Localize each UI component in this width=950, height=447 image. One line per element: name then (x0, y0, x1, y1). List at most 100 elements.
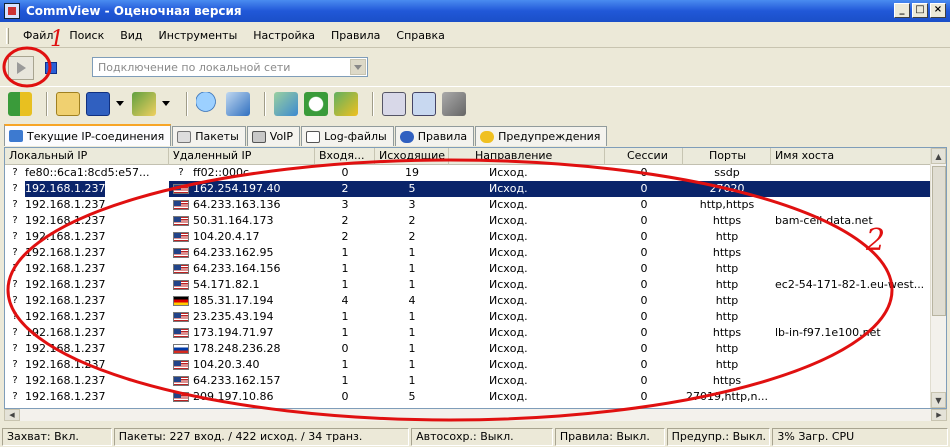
table-row[interactable]: ? 192.168.1.237 173.194.71.97 1 1 Исход. 0 http… (5, 325, 946, 341)
cell-sessions: 0 (640, 294, 648, 307)
scroll-right-icon[interactable]: ▶ (931, 409, 947, 421)
book-icon[interactable] (8, 91, 32, 116)
tab-rules[interactable]: Правила (394, 126, 475, 146)
alerts-icon (480, 130, 495, 143)
close-button[interactable]: × (930, 3, 946, 18)
cell-incoming: 1 (341, 374, 349, 387)
table-row[interactable]: ? 192.168.1.237 178.248.236.28 0 1 Исход. 0 htt… (5, 341, 946, 357)
cell-incoming: 3 (341, 198, 349, 211)
col-hostname[interactable]: Имя хоста (771, 148, 931, 165)
scroll-thumb[interactable] (932, 166, 946, 316)
col-incoming[interactable]: Входя... (315, 148, 375, 165)
unknown-flag-icon: ? (178, 167, 184, 178)
table-row[interactable]: ? 192.168.1.237 162.254.197.40 2 5 Исход. 0 270… (5, 181, 946, 197)
start-capture-button[interactable] (8, 56, 34, 80)
search-icon[interactable] (196, 91, 220, 116)
unknown-process-icon: ? (12, 183, 18, 194)
tab-voip[interactable]: VoIP (246, 126, 301, 146)
tab-logs[interactable]: Log-файлы (301, 126, 394, 146)
col-outgoing[interactable]: Исходящие (375, 148, 449, 165)
cell-ports: 27019,http,n... (685, 390, 769, 403)
edit-icon[interactable] (132, 91, 156, 116)
cell-local-ip: ? 192.168.1.237 (5, 325, 169, 341)
menu-view[interactable]: Вид (112, 26, 150, 46)
unknown-process-icon: ? (12, 215, 18, 226)
flag-us-icon (173, 376, 189, 386)
tab-label: VoIP (269, 130, 294, 143)
col-ports[interactable]: Порты (683, 148, 771, 165)
col-sessions[interactable]: Сессии (605, 148, 683, 165)
minimize-button[interactable]: _ (894, 3, 910, 18)
chevron-down-icon[interactable] (350, 59, 366, 75)
unknown-process-icon: ? (12, 263, 18, 274)
rules-icon (399, 130, 414, 143)
ip-icon[interactable] (412, 91, 436, 116)
cell-direction: Исход. (489, 342, 528, 355)
edit-dropdown-arrow-icon[interactable] (162, 101, 170, 106)
menu-file[interactable]: Файл (15, 26, 61, 46)
cell-ports: http (715, 230, 739, 243)
col-remote-ip[interactable]: Удаленный IP (169, 148, 315, 165)
table-row[interactable]: ? 192.168.1.237 209.197.10.86 0 5 Исход. 0 2701… (5, 389, 946, 405)
bookmark-icon[interactable] (226, 91, 250, 116)
network-map-icon[interactable] (274, 91, 298, 116)
scroll-down-icon[interactable]: ▼ (931, 392, 946, 408)
table-row[interactable]: ? 192.168.1.237 50.31.164.173 2 2 Исход. 0 http… (5, 213, 946, 229)
table-row[interactable]: ? 192.168.1.237 185.31.17.194 4 4 Исход. 0 http (5, 293, 946, 309)
cell-local-ip: ? 192.168.1.237 (5, 309, 169, 325)
menu-help[interactable]: Справка (388, 26, 452, 46)
vertical-scrollbar[interactable]: ▲ ▼ (930, 148, 946, 408)
table-row[interactable]: ? fe80::6ca1:8cd5:e57...? ff02::000c 0 19 Исх… (5, 165, 946, 181)
cell-hostname (771, 357, 931, 373)
cell-ports: http (715, 278, 739, 291)
table-row[interactable]: ? 192.168.1.237 64.233.162.157 1 1 Исход. 0 htt… (5, 373, 946, 389)
cell-ports: http (715, 342, 739, 355)
cell-hostname (771, 165, 931, 181)
menu-search[interactable]: Поиск (61, 26, 112, 46)
cell-remote-ip: 54.171.82.1 (169, 277, 315, 293)
cell-remote-ip: 104.20.3.40 (169, 357, 315, 373)
table-row[interactable]: ? 192.168.1.237 104.20.3.40 1 1 Исход. 0 http (5, 357, 946, 373)
help-icon[interactable] (334, 91, 358, 116)
unknown-process-icon: ? (12, 295, 18, 306)
table-row[interactable]: ? 192.168.1.237 104.20.4.17 2 2 Исход. 0 http (5, 229, 946, 245)
table-row[interactable]: ? 192.168.1.237 23.235.43.194 1 1 Исход. 0 http (5, 309, 946, 325)
stop-capture-button[interactable] (38, 56, 64, 80)
menu-settings[interactable]: Настройка (245, 26, 323, 46)
flag-us-icon (173, 360, 189, 370)
local-ip-text: 192.168.1.237 (25, 358, 106, 371)
scroll-left-icon[interactable]: ◀ (4, 409, 20, 421)
tab-ip-connections[interactable]: Текущие IP-соединения (4, 124, 172, 146)
open-folder-icon[interactable] (56, 91, 80, 116)
table-row[interactable]: ? 192.168.1.237 54.171.82.1 1 1 Исход. 0 http ec… (5, 277, 946, 293)
col-local-ip[interactable]: Локальный IP (5, 148, 169, 165)
cell-incoming: 1 (341, 358, 349, 371)
wrench-icon[interactable] (442, 91, 466, 116)
save-icon[interactable] (86, 91, 110, 116)
mac-icon[interactable] (382, 91, 406, 116)
tab-alerts[interactable]: Предупреждения (475, 126, 608, 146)
remote-ip-text: 104.20.4.17 (193, 230, 260, 243)
save-dropdown-arrow-icon[interactable] (116, 101, 124, 106)
remote-ip-text: ff02::000c (193, 166, 250, 179)
cell-hostname (771, 197, 931, 213)
cell-local-ip: ? 192.168.1.237 (5, 341, 169, 357)
remote-ip-text: 23.235.43.194 (193, 310, 274, 323)
cell-hostname: lb-in-f97.1e100.net (775, 326, 881, 339)
menu-rules[interactable]: Правила (323, 26, 388, 46)
table-row[interactable]: ? 192.168.1.237 64.233.164.156 1 1 Исход. 0 htt… (5, 261, 946, 277)
cell-incoming: 1 (341, 326, 349, 339)
local-ip-text: 192.168.1.237 (25, 326, 106, 339)
table-row[interactable]: ? 192.168.1.237 64.233.163.136 3 3 Исход. 0 htt… (5, 197, 946, 213)
cell-direction: Исход. (489, 214, 528, 227)
tab-packets[interactable]: Пакеты (172, 126, 246, 146)
table-row[interactable]: ? 192.168.1.237 64.233.162.95 1 1 Исход. 0 http… (5, 245, 946, 261)
horizontal-scrollbar[interactable]: ◀ ▶ (4, 409, 947, 421)
clock-icon[interactable] (304, 91, 328, 116)
remote-ip-text: 178.248.236.28 (193, 342, 281, 355)
col-direction[interactable]: Направление (449, 148, 605, 165)
maximize-button[interactable]: □ (912, 3, 928, 18)
scroll-up-icon[interactable]: ▲ (931, 148, 946, 164)
adapter-select[interactable]: Подключение по локальной сети (92, 57, 368, 77)
menu-tools[interactable]: Инструменты (151, 26, 246, 46)
